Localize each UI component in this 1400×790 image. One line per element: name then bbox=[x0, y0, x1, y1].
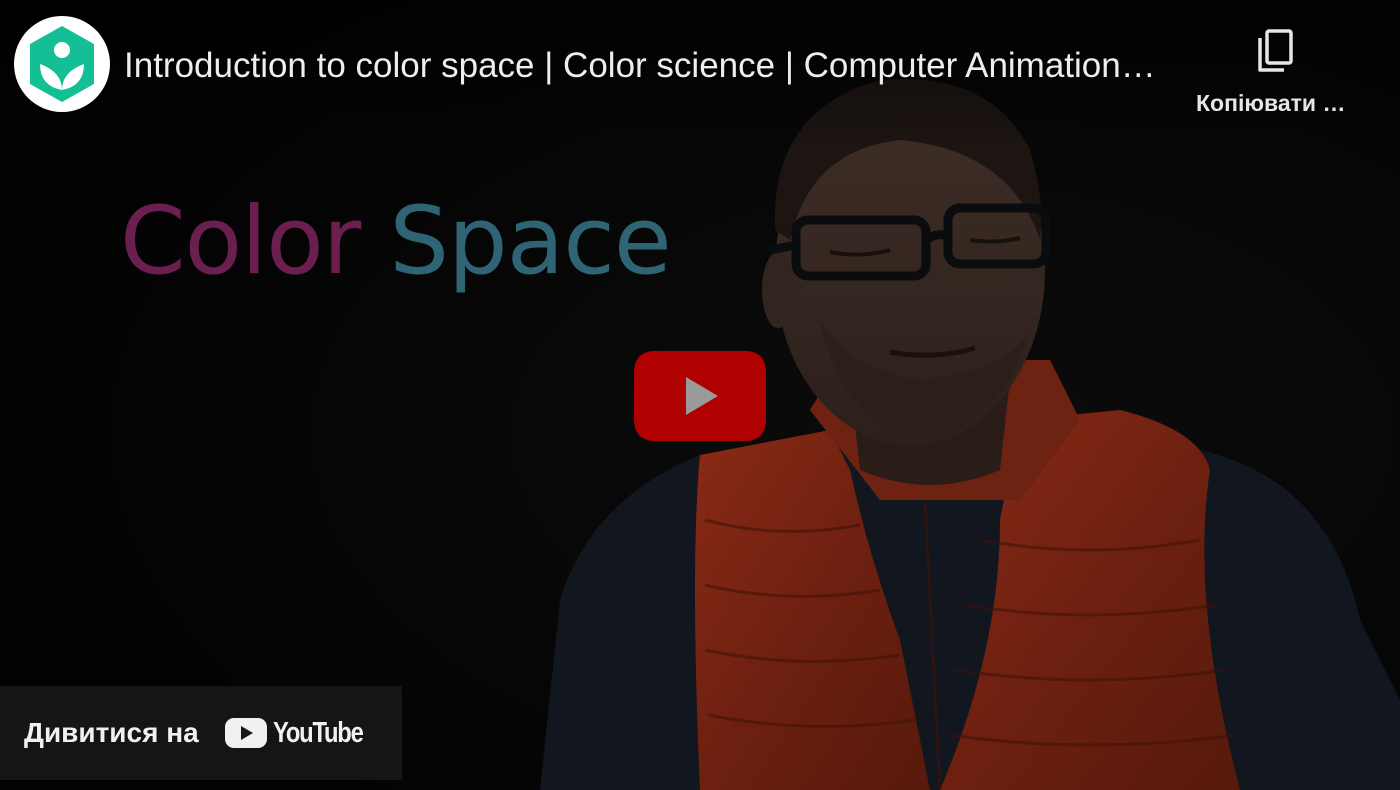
video-player[interactable]: Color Space Introduction to color space … bbox=[0, 0, 1400, 790]
watch-on-youtube-button[interactable]: Дивитися на YouTube bbox=[0, 686, 402, 780]
copy-icon bbox=[1258, 29, 1293, 72]
play-button[interactable] bbox=[632, 349, 768, 443]
slide-title-word-color: Color bbox=[120, 187, 361, 296]
youtube-play-icon bbox=[224, 718, 267, 748]
watch-on-label: Дивитися на bbox=[24, 717, 199, 748]
copy-link-button[interactable]: Копіювати посилання bbox=[1190, 26, 1360, 126]
youtube-wordmark: YouTube bbox=[272, 716, 364, 749]
copy-link-label: Копіювати посилання bbox=[1196, 90, 1346, 116]
youtube-logo: YouTube bbox=[224, 716, 382, 750]
channel-avatar[interactable] bbox=[14, 16, 110, 112]
slide-title: Color Space bbox=[120, 195, 672, 289]
khan-academy-logo-icon bbox=[30, 26, 94, 102]
video-title[interactable]: Introduction to color space | Color scie… bbox=[124, 46, 1164, 86]
slide-title-word-space: Space bbox=[389, 187, 671, 296]
